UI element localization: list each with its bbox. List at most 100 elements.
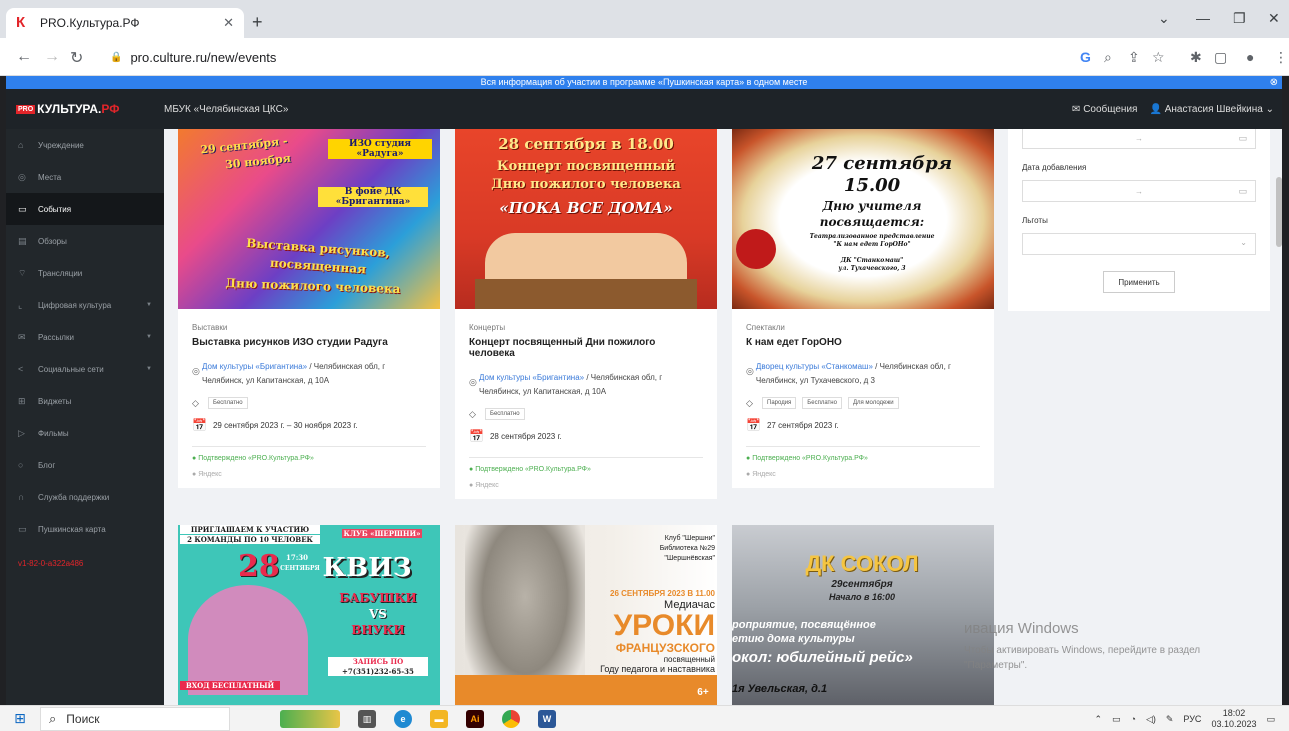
event-poster[interactable]: ДК СОКОЛ 29сентября Начало в 16:00 ропри… (732, 525, 994, 705)
maximize-button[interactable]: ❐ (1233, 10, 1246, 27)
share-icon[interactable]: ⇪ (1128, 49, 1140, 66)
weather-widget-icon[interactable] (280, 709, 340, 728)
word-icon[interactable]: W (538, 709, 556, 728)
source-label: ● Яндекс (746, 471, 776, 478)
sidebar-item-events[interactable]: ▭ События (6, 193, 164, 225)
google-icon[interactable]: G (1080, 49, 1091, 65)
extensions-icon[interactable]: ✱ (1190, 49, 1202, 66)
event-card[interactable]: ДК СОКОЛ 29сентября Начало в 16:00 ропри… (732, 525, 994, 705)
event-place: ◎ Дом культуры «Бригантина» / Челябинска… (469, 371, 703, 399)
clock[interactable]: 18:02 03.10.2023 (1211, 708, 1256, 730)
site-header: PRO КУЛЬТУРА.РФ МБУК «Челябинская ЦКС» ✉ … (6, 89, 1282, 129)
back-button[interactable]: ← (16, 48, 32, 66)
event-poster[interactable]: 28 сентября в 18.00 Концерт посвященный … (455, 129, 717, 309)
benefits-select[interactable]: ⌄ (1022, 233, 1256, 255)
event-card[interactable]: 28 сентября в 18.00 Концерт посвященный … (455, 129, 717, 499)
event-poster[interactable]: Клуб "Шершни" Библиотека №29 "Шершнёвска… (455, 525, 717, 705)
sidebar-item-films[interactable]: ▷ Фильмы (6, 417, 164, 449)
bookmark-star-icon[interactable]: ☆ (1152, 49, 1165, 66)
forward-button[interactable]: → (44, 48, 60, 66)
taskbar-search[interactable]: ⌕ Поиск (40, 706, 230, 731)
scrollbar[interactable] (1276, 177, 1282, 247)
messages-link[interactable]: ✉ Сообщения (1072, 104, 1137, 115)
tab-search-chevron-icon[interactable]: ⌄ (1158, 10, 1170, 27)
event-title[interactable]: Выставка рисунков ИЗО студии Радуга (192, 337, 426, 348)
site-logo[interactable]: PRO КУЛЬТУРА.РФ (6, 102, 164, 116)
place-link[interactable]: Дом культуры «Бригантина» (202, 362, 307, 371)
sidebar-item-social[interactable]: < Социальные сети ▼ (6, 353, 164, 385)
system-tray: ⌃ ▭ ◔ ◁) ✎ РУС 18:02 03.10.2023 ▭ (1094, 708, 1275, 730)
browser-menu-icon[interactable]: ⋮ (1274, 49, 1288, 66)
sidebar-item-reviews[interactable]: ▤ Обзоры (6, 225, 164, 257)
reload-button[interactable]: ↻ (70, 48, 83, 68)
event-place: ◎ Дворец культуры «Станкомаш» / Челябинс… (746, 360, 980, 388)
new-tab-button[interactable]: + (252, 12, 263, 33)
event-card[interactable]: 29 сентября - 30 ноября ИЗО студия «Раду… (178, 129, 440, 488)
chevron-down-icon: ▼ (146, 366, 152, 372)
film-icon: ▷ (18, 427, 25, 438)
share-icon: < (18, 364, 24, 374)
illustrator-icon[interactable]: Ai (466, 709, 484, 728)
sidebar-item-digital-culture[interactable]: ⌞ Цифровая культура ▼ (6, 289, 164, 321)
banner-close-icon[interactable]: ⊗ (1270, 76, 1278, 89)
chrome-icon[interactable] (502, 709, 520, 728)
sidebar-item-pushkin-card[interactable]: ▭ Пушкинская карта (6, 513, 164, 545)
event-date: 📅 29 сентября 2023 г. – 30 ноября 2023 г… (192, 418, 358, 432)
tray-chevron-icon[interactable]: ⌃ (1094, 714, 1102, 725)
sidebar-item-mailings[interactable]: ✉ Рассылки ▼ (6, 321, 164, 353)
source-label: ● Яндекс (469, 482, 499, 489)
task-view-icon[interactable]: ▥ (358, 709, 376, 728)
notifications-icon[interactable]: ▭ (1266, 714, 1275, 725)
side-panel-icon[interactable]: ▢ (1214, 49, 1227, 66)
event-card[interactable]: Клуб "Шершни" Библиотека №29 "Шершнёвска… (455, 525, 717, 705)
file-explorer-icon[interactable]: ▬ (430, 709, 448, 728)
site-favicon-icon: К (16, 14, 26, 31)
divider (746, 446, 980, 447)
network-icon[interactable]: ◔ (1131, 714, 1136, 724)
event-poster[interactable]: 27 сентября 15.00 Дню учителя посвящаетс… (732, 129, 994, 309)
sidebar-item-widgets[interactable]: ⊞ Виджеты (6, 385, 164, 417)
close-window-button[interactable]: ✕ (1268, 10, 1280, 27)
close-tab-icon[interactable]: ✕ (223, 15, 234, 31)
url-field[interactable]: 🔒 pro.culture.ru/new/events (96, 44, 1176, 70)
minimize-button[interactable]: — (1196, 10, 1210, 26)
sidebar-item-institution[interactable]: ⌂ Учреждение (6, 129, 164, 161)
battery-icon[interactable]: ▭ (1112, 714, 1121, 725)
event-tags: ◇ Бесплатно (192, 397, 426, 409)
event-poster[interactable]: ПРИГЛАШАЕМ К УЧАСТИЮ 2 КОМАНДЫ ПО 10 ЧЕЛ… (178, 525, 440, 705)
pen-icon[interactable]: ✎ (1166, 714, 1174, 725)
version-label: v1-82-0-a322a486 (18, 559, 84, 568)
sidebar-item-broadcasts[interactable]: ⌔ Трансляции (6, 257, 164, 289)
place-link[interactable]: Дом культуры «Бригантина» (479, 373, 584, 382)
user-menu[interactable]: 👤 Анастасия Швейкина ⌄ (1149, 104, 1274, 115)
headset-icon: ∩ (18, 492, 25, 502)
language-indicator[interactable]: РУС (1183, 714, 1201, 724)
event-title[interactable]: Концерт посвященный Дни пожилого человек… (469, 337, 703, 359)
windows-taskbar: ⊞ ⌕ Поиск ▥ e ▬ Ai W ⌃ ▭ ◔ ◁) ✎ РУС 18:0… (0, 705, 1289, 731)
event-tag: Бесплатно (802, 397, 842, 409)
event-date-range-field[interactable]: → ▭ (1022, 129, 1256, 149)
rose-illustration (736, 229, 776, 269)
event-poster[interactable]: 29 сентября - 30 ноября ИЗО студия «Раду… (178, 129, 440, 309)
place-link[interactable]: Дворец культуры «Станкомаш» (756, 362, 873, 371)
home-icon: ⌂ (18, 140, 24, 150)
event-card[interactable]: ПРИГЛАШАЕМ К УЧАСТИЮ 2 КОМАНДЫ ПО 10 ЧЕЛ… (178, 525, 440, 705)
profile-avatar-icon[interactable]: ● (1246, 49, 1254, 65)
info-banner[interactable]: Вся информация об участии в программе «П… (6, 76, 1282, 89)
event-card[interactable]: 27 сентября 15.00 Дню учителя посвящаетс… (732, 129, 994, 488)
added-date-range-field[interactable]: → ▭ (1022, 180, 1256, 202)
volume-icon[interactable]: ◁) (1146, 714, 1156, 725)
zoom-icon[interactable]: ⌕ (1104, 49, 1112, 66)
event-tag: Для молодежи (847, 397, 899, 409)
event-title[interactable]: К нам едет ГорОНО (746, 337, 980, 348)
browser-tab[interactable]: К PRO.Культура.РФ ✕ (6, 8, 244, 38)
windows-start-icon[interactable]: ⊞ (0, 710, 40, 727)
sidebar-item-support[interactable]: ∩ Служба поддержки (6, 481, 164, 513)
browser-tab-strip: К PRO.Культура.РФ ✕ + ⌄ — ❐ ✕ (0, 0, 1289, 38)
edge-icon[interactable]: e (394, 709, 412, 728)
sidebar-item-places[interactable]: ◎ Места (6, 161, 164, 193)
sidebar-item-blog[interactable]: ○ Блог (6, 449, 164, 481)
event-tag: Бесплатно (485, 408, 525, 420)
organization-name[interactable]: МБУК «Челябинская ЦКС» (164, 104, 1072, 115)
apply-button[interactable]: Применить (1103, 271, 1175, 293)
